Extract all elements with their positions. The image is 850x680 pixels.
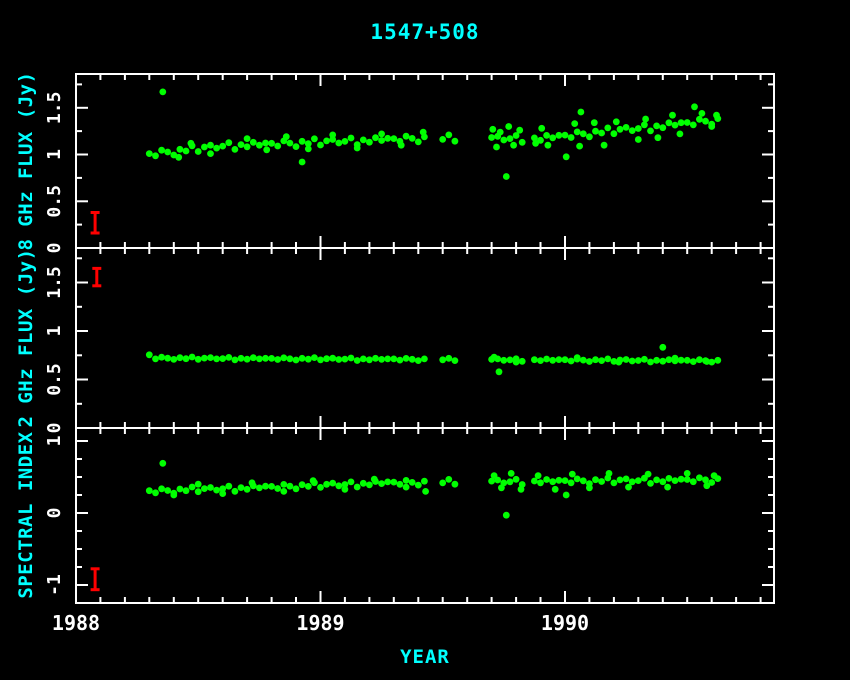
sample-error-bar bbox=[91, 213, 100, 234]
sample-error-bar bbox=[91, 569, 100, 590]
y-tick-label: 1.5 bbox=[44, 92, 65, 125]
y-tick-label: 1 bbox=[44, 149, 65, 160]
y-tick-label: 0.5 bbox=[44, 363, 65, 396]
panel-frame bbox=[76, 248, 774, 428]
y-tick-label: 1 bbox=[44, 326, 65, 337]
x-tick-label: 1990 bbox=[541, 611, 589, 635]
x-tick-label: 1988 bbox=[52, 611, 100, 635]
y-tick-label: 1 bbox=[44, 436, 65, 447]
plot-stage: 0 0.5 1 1.5 0 0.5 1 1.5 -1 0 1 1988 1989 1990 1547+50… bbox=[0, 0, 850, 680]
panel-0: 0 0.5 1 1.5 bbox=[44, 74, 774, 253]
y-tick-label: 0.5 bbox=[44, 185, 65, 218]
y-tick-label: 0 bbox=[44, 423, 65, 434]
data-points bbox=[146, 460, 721, 519]
plot-title: 1547+508 bbox=[0, 20, 850, 44]
panel-2: -1 0 1 bbox=[44, 428, 774, 603]
panel-1: 0 0.5 1 1.5 bbox=[44, 248, 774, 433]
panel-frame bbox=[76, 74, 774, 248]
y-axis-title-8ghz-flux: 8 GHz FLUX (Jy) bbox=[15, 71, 37, 250]
y-tick-label: 1.5 bbox=[44, 266, 65, 299]
light-curve-chart: 0 0.5 1 1.5 0 0.5 1 1.5 -1 0 1 1988 1989 1990 bbox=[0, 0, 850, 680]
y-axis-title-2ghz-flux: 2 GHz FLUX (Jy) bbox=[15, 248, 37, 427]
x-axis-title: YEAR bbox=[0, 646, 850, 668]
y-tick-label: 0 bbox=[44, 243, 65, 254]
y-tick-label: 0 bbox=[44, 508, 65, 519]
y-tick-label: -1 bbox=[44, 574, 65, 596]
sample-error-bar bbox=[92, 268, 101, 285]
x-tick-label: 1989 bbox=[296, 611, 344, 635]
data-points bbox=[146, 89, 721, 180]
data-points bbox=[146, 344, 721, 375]
y-axis-title-spectral-index: SPECTRAL INDEX bbox=[15, 431, 37, 598]
panel-frame bbox=[76, 428, 774, 603]
